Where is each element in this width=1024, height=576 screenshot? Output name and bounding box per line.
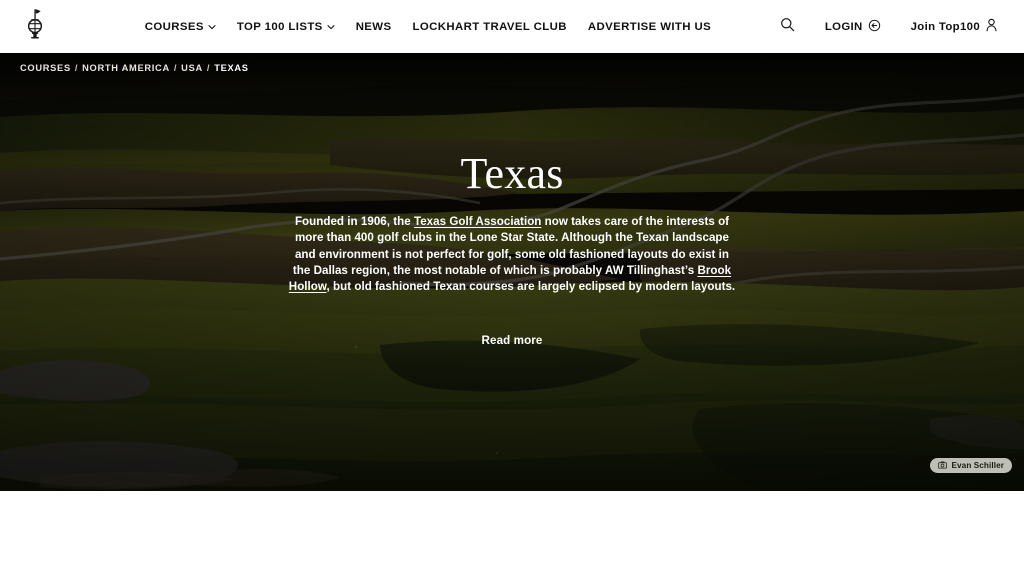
nav-item-label: TOP 100 LISTS <box>236 20 323 33</box>
join-top100-button[interactable]: Join Top100 <box>911 18 998 35</box>
link-texas-golf-association[interactable]: Texas Golf Association <box>414 215 541 228</box>
golf-lantern-logo-icon <box>24 8 46 45</box>
chevron-down-icon <box>327 22 335 30</box>
nav-item-lockhart-travel-club[interactable]: LOCKHART TRAVEL CLUB <box>412 21 566 33</box>
breadcrumb: COURSES / NORTH AMERICA / USA / TEXAS <box>20 63 249 73</box>
nav-item-label: ADVERTISE WITH US <box>587 20 712 33</box>
breadcrumb-separator: / <box>173 63 178 73</box>
nav-item-label: NEWS <box>355 20 392 33</box>
hero-content: Texas Founded in 1906, the Texas Golf As… <box>0 149 1024 349</box>
primary-navigation: COURSES TOP 100 LISTS NEWS LOCKHART TRAV… <box>76 21 780 33</box>
breadcrumb-item-courses[interactable]: COURSES <box>20 63 71 73</box>
breadcrumb-separator: / <box>206 63 211 73</box>
join-label: Join Top100 <box>910 20 980 33</box>
header-actions: LOGIN Join Top100 <box>780 17 1006 37</box>
photo-credit-badge[interactable]: Evan Schiller <box>929 458 1012 473</box>
hero-description: Founded in 1906, the Texas Golf Associat… <box>286 214 738 295</box>
page-body-below-hero <box>0 491 1024 576</box>
read-more-button[interactable]: Read more <box>482 334 543 347</box>
breadcrumb-item-texas: TEXAS <box>214 63 249 73</box>
nav-item-label: COURSES <box>144 20 204 33</box>
page-title: Texas <box>460 149 564 198</box>
login-button[interactable]: LOGIN <box>825 19 881 35</box>
chevron-down-icon <box>208 22 216 30</box>
breadcrumb-item-usa[interactable]: USA <box>181 63 203 73</box>
search-button[interactable] <box>780 17 795 37</box>
nav-item-label: LOCKHART TRAVEL CLUB <box>412 20 567 33</box>
nav-item-advertise-with-us[interactable]: ADVERTISE WITH US <box>588 21 711 33</box>
site-logo[interactable] <box>18 7 52 47</box>
desc-text-3: , but old fashioned Texan courses are la… <box>326 280 736 294</box>
site-header: COURSES TOP 100 LISTS NEWS LOCKHART TRAV… <box>0 0 1024 53</box>
breadcrumb-separator: / <box>74 63 79 73</box>
nav-item-news[interactable]: NEWS <box>356 21 392 33</box>
nav-item-top-100-lists[interactable]: TOP 100 LISTS <box>237 21 335 33</box>
nav-item-courses[interactable]: COURSES <box>145 21 216 33</box>
user-icon <box>985 18 998 35</box>
breadcrumb-item-north-america[interactable]: NORTH AMERICA <box>82 63 170 73</box>
desc-text-1: Founded in 1906, the <box>294 215 414 229</box>
login-arrow-icon <box>868 19 881 35</box>
hero-section: COURSES / NORTH AMERICA / USA / TEXAS Te… <box>0 53 1024 491</box>
photo-credit-label: Evan Schiller <box>951 461 1004 470</box>
camera-icon <box>937 460 947 471</box>
search-icon <box>780 17 795 37</box>
login-label: LOGIN <box>824 20 863 33</box>
